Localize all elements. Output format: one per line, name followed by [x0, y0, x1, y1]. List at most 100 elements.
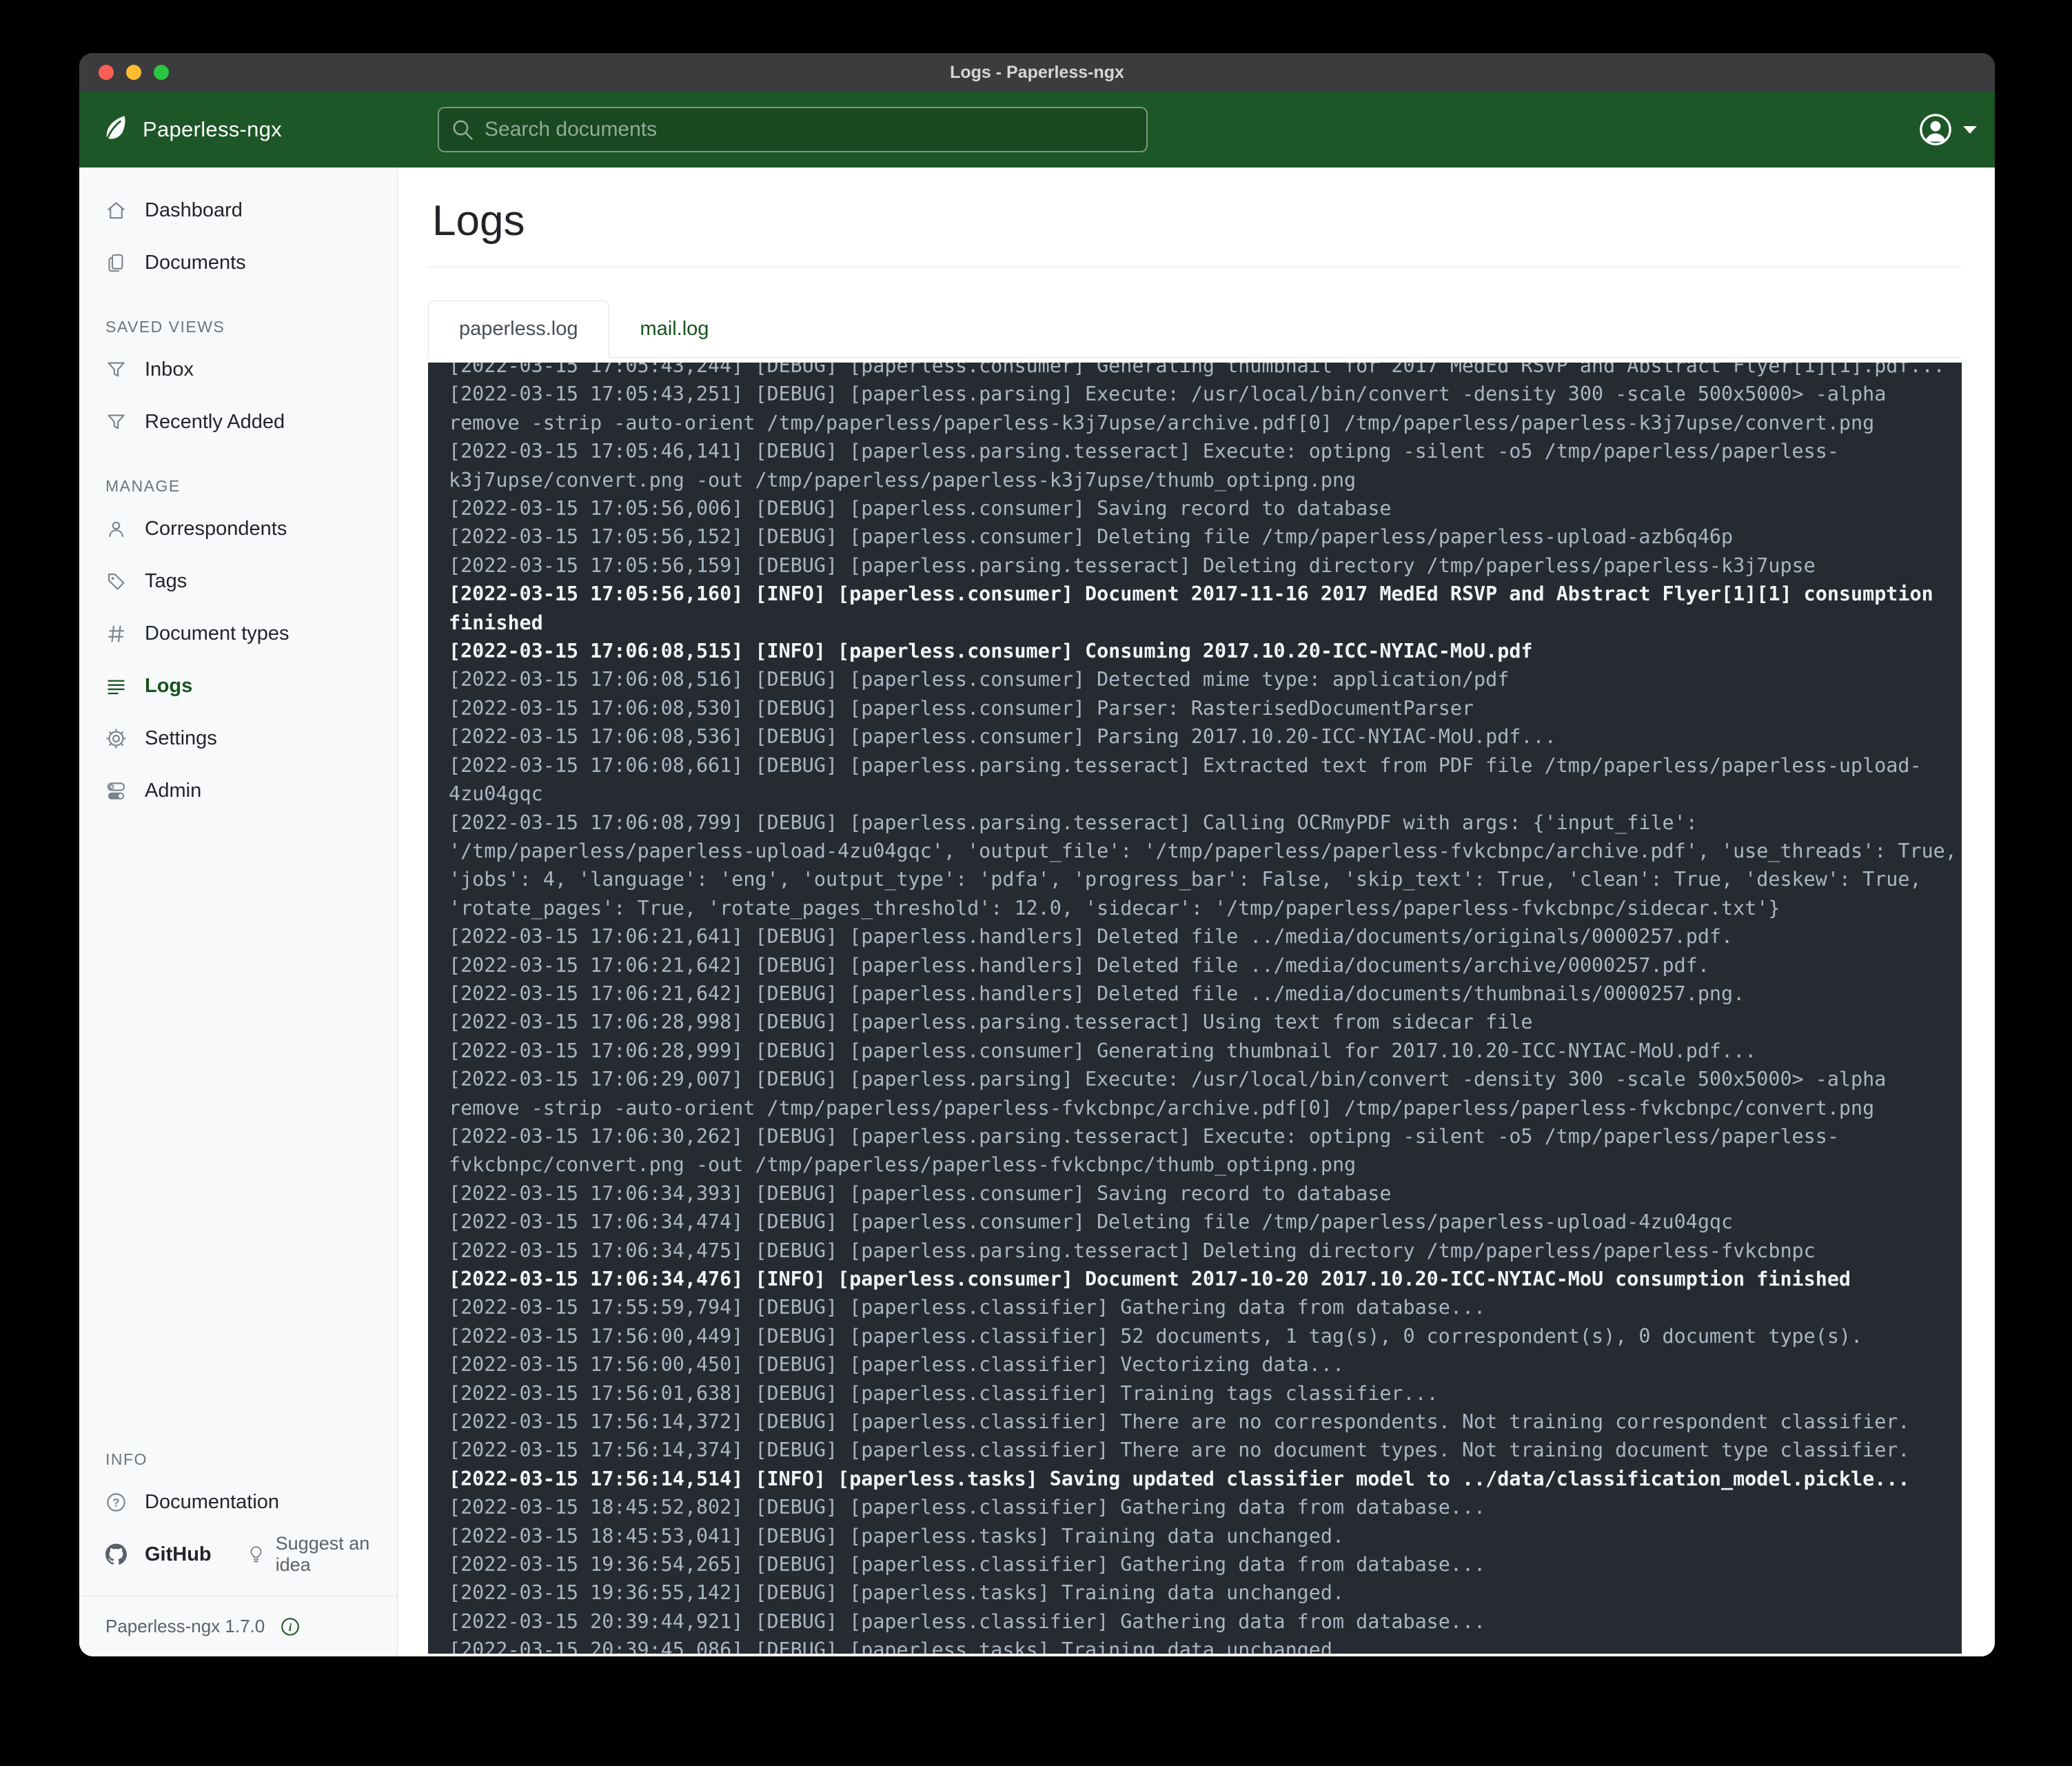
- sidebar-item-label: Document types: [145, 622, 290, 645]
- log-line: [2022-03-15 17:56:14,372] [DEBUG] [paper…: [449, 1408, 1960, 1436]
- log-line: [2022-03-15 17:55:59,794] [DEBUG] [paper…: [449, 1293, 1960, 1321]
- sidebar-item-github[interactable]: GitHub: [79, 1528, 212, 1581]
- leaf-logo-icon: [100, 114, 132, 145]
- sidebar-item-documentation[interactable]: ? Documentation: [79, 1476, 397, 1528]
- person-icon: [105, 518, 127, 540]
- log-line: [2022-03-15 17:06:28,998] [DEBUG] [paper…: [449, 1008, 1960, 1036]
- log-line: [2022-03-15 17:06:34,474] [DEBUG] [paper…: [449, 1208, 1960, 1236]
- log-line: [2022-03-15 17:05:43,244] [DEBUG] [paper…: [449, 363, 1960, 380]
- tab-mail-log[interactable]: mail.log: [609, 301, 740, 358]
- log-line: [2022-03-15 17:56:14,374] [DEBUG] [paper…: [449, 1436, 1960, 1464]
- log-line: [2022-03-15 17:05:56,159] [DEBUG] [paper…: [449, 551, 1960, 580]
- log-line: [2022-03-15 17:06:30,262] [DEBUG] [paper…: [449, 1122, 1960, 1179]
- minimize-window-button[interactable]: [126, 65, 141, 80]
- log-line: [2022-03-15 17:06:21,642] [DEBUG] [paper…: [449, 951, 1960, 980]
- page-title: Logs: [432, 196, 1962, 246]
- log-line: [2022-03-15 17:06:34,476] [INFO] [paperl…: [449, 1265, 1960, 1293]
- log-line: [2022-03-15 17:56:01,638] [DEBUG] [paper…: [449, 1379, 1960, 1408]
- log-line: [2022-03-15 17:06:34,393] [DEBUG] [paper…: [449, 1179, 1960, 1208]
- traffic-lights: [99, 53, 169, 92]
- log-lines-icon: [105, 676, 127, 697]
- sidebar-item-label: Recently Added: [145, 411, 285, 434]
- log-line: [2022-03-15 17:06:08,536] [DEBUG] [paper…: [449, 722, 1960, 751]
- log-lines: [2022-03-15 17:05:43,244] [DEBUG] [paper…: [449, 363, 1960, 1654]
- brand-name: Paperless-ngx: [143, 117, 282, 142]
- filter-funnel-icon: [105, 359, 127, 380]
- log-line: [2022-03-15 17:06:21,641] [DEBUG] [paper…: [449, 922, 1960, 951]
- sidebar-item-label: Settings: [145, 727, 217, 750]
- svg-text:i: i: [289, 1621, 292, 1633]
- log-tabs: paperless.log mail.log: [428, 301, 1962, 358]
- log-panel[interactable]: [2022-03-15 17:05:43,244] [DEBUG] [paper…: [428, 363, 1962, 1654]
- log-line: [2022-03-15 17:05:56,160] [INFO] [paperl…: [449, 580, 1960, 637]
- log-line: [2022-03-15 19:36:54,265] [DEBUG] [paper…: [449, 1550, 1960, 1579]
- sidebar-item-logs[interactable]: Logs: [79, 660, 397, 712]
- log-line: [2022-03-15 17:06:29,007] [DEBUG] [paper…: [449, 1065, 1960, 1122]
- log-line: [2022-03-15 17:06:34,475] [DEBUG] [paper…: [449, 1237, 1960, 1265]
- log-line: [2022-03-15 17:05:46,141] [DEBUG] [paper…: [449, 437, 1960, 494]
- sidebar-item-recently-added[interactable]: Recently Added: [79, 396, 397, 448]
- zoom-window-button[interactable]: [154, 65, 169, 80]
- sidebar-info-links: GitHub Suggest an idea: [79, 1528, 397, 1581]
- sidebar-item-correspondents[interactable]: Correspondents: [79, 503, 397, 555]
- log-line: [2022-03-15 20:39:45,086] [DEBUG] [paper…: [449, 1636, 1960, 1654]
- log-line: [2022-03-15 17:06:08,799] [DEBUG] [paper…: [449, 809, 1960, 923]
- suggest-idea-link[interactable]: Suggest an idea: [246, 1533, 397, 1576]
- sidebar-item-label: Dashboard: [145, 199, 243, 222]
- lightbulb-icon: [246, 1545, 266, 1565]
- sidebar-item-documents[interactable]: Documents: [79, 236, 397, 289]
- app-version: Paperless-ngx 1.7.0: [105, 1616, 265, 1637]
- sidebar-item-tags[interactable]: Tags: [79, 555, 397, 607]
- log-line: [2022-03-15 19:36:55,142] [DEBUG] [paper…: [449, 1579, 1960, 1607]
- main-content: Logs paperless.log mail.log [2022-03-15 …: [398, 168, 1995, 1656]
- log-line: [2022-03-15 18:45:53,041] [DEBUG] [paper…: [449, 1522, 1960, 1550]
- log-line: [2022-03-15 20:39:44,921] [DEBUG] [paper…: [449, 1607, 1960, 1636]
- sidebar-item-dashboard[interactable]: Dashboard: [79, 184, 397, 236]
- window-title: Logs - Paperless-ngx: [950, 63, 1124, 83]
- log-line: [2022-03-15 17:06:08,661] [DEBUG] [paper…: [449, 751, 1960, 809]
- sidebar-section-saved-views: SAVED VIEWS: [105, 318, 397, 336]
- svg-text:?: ?: [112, 1496, 119, 1509]
- window-body: Dashboard Documents SAVED VIEWS: [79, 168, 1995, 1656]
- hash-icon: [105, 623, 127, 645]
- sidebar-item-label: Logs: [145, 675, 192, 698]
- sidebar-item-label: GitHub: [145, 1543, 212, 1566]
- sidebar: Dashboard Documents SAVED VIEWS: [79, 168, 398, 1656]
- sidebar-spacer: [79, 817, 397, 1421]
- sidebar-section-manage: MANAGE: [105, 477, 397, 496]
- log-line: [2022-03-15 17:06:08,516] [DEBUG] [paper…: [449, 665, 1960, 693]
- sidebar-item-label: Inbox: [145, 358, 194, 381]
- info-circle-icon[interactable]: i: [280, 1616, 301, 1637]
- log-line: [2022-03-15 17:05:56,152] [DEBUG] [paper…: [449, 522, 1960, 551]
- sidebar-item-admin[interactable]: Admin: [79, 764, 397, 817]
- home-icon: [105, 200, 127, 221]
- brand-logo[interactable]: Paperless-ngx: [100, 114, 282, 145]
- log-line: [2022-03-15 17:56:00,450] [DEBUG] [paper…: [449, 1350, 1960, 1379]
- sidebar-item-label: Tags: [145, 570, 187, 593]
- documents-icon: [105, 252, 127, 274]
- titlebar[interactable]: Logs - Paperless-ngx: [79, 53, 1995, 92]
- sidebar-item-settings[interactable]: Settings: [79, 712, 397, 764]
- log-line: [2022-03-15 17:06:21,642] [DEBUG] [paper…: [449, 980, 1960, 1008]
- user-avatar-icon: [1919, 113, 1952, 146]
- chevron-down-icon: [1963, 125, 1977, 134]
- log-line: [2022-03-15 17:06:08,530] [DEBUG] [paper…: [449, 694, 1960, 722]
- sidebar-item-label: Admin: [145, 780, 201, 802]
- sidebar-item-inbox[interactable]: Inbox: [79, 343, 397, 396]
- user-menu-button[interactable]: [1919, 92, 1977, 168]
- log-line: [2022-03-15 17:56:00,449] [DEBUG] [paper…: [449, 1322, 1960, 1350]
- version-bar: Paperless-ngx 1.7.0 i: [79, 1596, 397, 1656]
- search-bar: [438, 107, 1148, 152]
- tab-paperless-log[interactable]: paperless.log: [428, 301, 609, 358]
- sidebar-item-document-types[interactable]: Document types: [79, 607, 397, 660]
- github-icon: [105, 1544, 127, 1565]
- log-line: [2022-03-15 17:05:56,006] [DEBUG] [paper…: [449, 494, 1960, 522]
- suggest-idea-label: Suggest an idea: [276, 1533, 397, 1576]
- close-window-button[interactable]: [99, 65, 114, 80]
- sidebar-item-label: Correspondents: [145, 518, 287, 540]
- log-line: [2022-03-15 17:06:28,999] [DEBUG] [paper…: [449, 1037, 1960, 1065]
- filter-funnel-icon: [105, 412, 127, 433]
- search-input[interactable]: [438, 107, 1148, 152]
- app-header: Paperless-ngx: [79, 92, 1995, 168]
- sidebar-item-label: Documentation: [145, 1491, 279, 1514]
